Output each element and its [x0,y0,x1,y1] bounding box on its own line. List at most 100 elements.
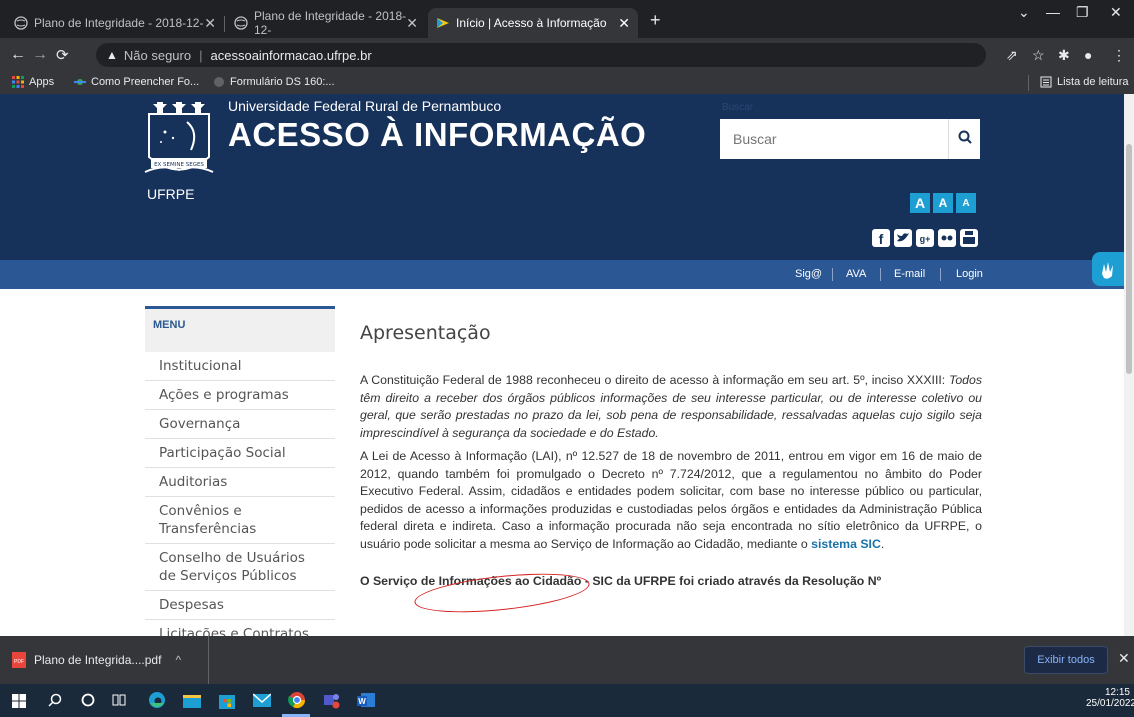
sidebar-item-licitacoes[interactable]: Licitações e Contratos [145,620,335,636]
new-tab-button[interactable]: + [650,10,661,31]
university-name: Universidade Federal Rural de Pernambuco [228,98,502,114]
star-icon[interactable]: ☆ [1032,47,1045,64]
minimize-icon[interactable]: — [1046,4,1060,20]
vlibras-accessibility-button[interactable] [1092,252,1124,286]
main-content: Apresentação A Constituição Federal de 1… [360,322,982,597]
url-text: acessoainformacao.ufrpe.br [210,47,372,63]
browser-tab-strip: Plano de Integridade - 2018-12- ✕ Plano … [0,0,1134,38]
word-icon[interactable]: W [357,691,375,714]
file-explorer-icon[interactable] [183,692,201,713]
ufrpe-logo[interactable]: EX SEMINE SEGES [143,102,215,192]
reload-icon[interactable]: ⟳ [56,46,69,64]
divider: | [199,47,203,63]
twitter-icon[interactable] [894,229,912,247]
page-title: Apresentação [360,322,491,344]
sidebar-item-conselho-usuarios[interactable]: Conselho de Usuários de Serviços Público… [145,544,335,591]
search-input[interactable] [720,119,948,159]
extensions-icon[interactable]: ✱ [1058,47,1070,64]
browser-tab[interactable]: Plano de Integridade - 2018-12- ✕ [226,8,426,38]
search-icon [958,130,972,149]
divider [1028,75,1029,91]
facebook-icon[interactable]: f [872,229,890,247]
address-bar[interactable]: ▲ Não seguro | acessoainformacao.ufrpe.b… [96,43,986,67]
svg-text:g+: g+ [920,234,931,244]
sidebar-item-auditorias[interactable]: Auditorias [145,468,335,497]
tab-close-icon[interactable]: ✕ [204,15,216,32]
googleplus-icon[interactable]: g+ [916,229,934,247]
sidebar-item-acoes-programas[interactable]: Ações e programas [145,381,335,410]
windows-start-icon[interactable] [12,694,26,713]
scrollbar-thumb[interactable] [1126,144,1132,374]
paragraph-lai: A Lei de Acesso à Informação (LAI), nº 1… [360,449,982,551]
font-increase-button[interactable]: A [910,193,930,213]
site-header: EX SEMINE SEGES UFRPE Universidade Feder… [0,94,1124,260]
svg-text:W: W [358,697,366,706]
page-scrollbar[interactable] [1124,94,1134,636]
sidebar-item-convenios[interactable]: Convênios e Transferências [145,497,335,544]
task-view-icon[interactable] [112,693,126,712]
share-icon[interactable]: ⇗ [1006,47,1018,64]
security-label: Não seguro [123,47,192,63]
store-icon[interactable] [218,691,236,714]
nav-link-ava[interactable]: AVA [846,268,866,280]
top-nav-bar: Sig@ AVA E-mail Login [0,260,1124,289]
browser-tab-active[interactable]: Início | Acesso à Informação ✕ [428,8,638,38]
svg-text:PDF: PDF [14,659,24,665]
tab-close-icon[interactable]: ✕ [406,15,418,32]
chrome-icon[interactable] [288,691,306,714]
font-default-button[interactable]: A [933,193,953,213]
sidebar-item-despesas[interactable]: Despesas [145,591,335,620]
font-decrease-button[interactable]: A [956,193,976,213]
flickr-icon[interactable] [938,229,956,247]
paragraph-constituicao: A Constituição Federal de 1988 reconhece… [360,373,982,440]
back-icon[interactable]: ← [10,46,26,64]
windows-taskbar: W 12:15 25/01/2022 [0,684,1134,717]
warning-icon: ▲ [106,48,118,62]
search-button[interactable] [948,119,980,159]
nav-link-login[interactable]: Login [956,268,983,280]
show-all-downloads-button[interactable]: Exibir todos [1024,646,1108,674]
bookmark-item[interactable]: Como Preencher Fo... [74,76,199,88]
bookmark-label: Apps [29,76,55,88]
profile-icon[interactable]: ● [1084,47,1092,63]
bookmark-apps[interactable]: Apps [12,76,54,88]
close-downloads-icon[interactable]: ✕ [1118,650,1130,667]
sign-language-hands-icon [1092,262,1124,290]
browser-tab[interactable]: Plano de Integridade - 2018-12- ✕ [6,8,224,38]
sidebar-item-governanca[interactable]: Governança [145,410,335,439]
tab-title: Plano de Integridade - 2018-12- [34,16,204,30]
downloads-bar: PDF Plano de Integrida....pdf ^ Exibir t… [0,636,1134,684]
youtube-icon[interactable] [960,229,978,247]
bookmark-label: Formulário DS 160:... [230,76,335,88]
nav-link-siga[interactable]: Sig@ [795,268,822,280]
clock-date: 25/01/2022 [1086,698,1134,709]
mail-icon[interactable] [252,692,272,713]
bookmark-item[interactable]: Formulário DS 160:... [213,76,335,88]
close-window-icon[interactable]: ✕ [1110,4,1122,21]
bookmark-favicon-icon [213,76,225,88]
nav-separator [880,268,881,281]
chevron-up-icon[interactable]: ^ [175,653,181,667]
download-item[interactable]: PDF Plano de Integrida....pdf ^ [12,652,181,668]
sistema-sic-link[interactable]: sistema SIC [811,537,881,551]
tab-search-icon[interactable]: ⌄ [1018,4,1030,21]
maximize-icon[interactable]: ❐ [1076,4,1089,21]
tab-close-icon[interactable]: ✕ [618,15,630,32]
reading-list-label: Lista de leitura [1057,76,1129,88]
forward-icon[interactable]: → [32,46,48,64]
bookmark-label: Como Preencher Fo... [91,76,200,88]
taskbar-clock[interactable]: 12:15 25/01/2022 [1086,687,1134,709]
cortana-icon[interactable] [81,693,95,712]
edge-browser-icon[interactable] [148,691,166,714]
menu-heading: MENU [145,306,335,352]
nav-link-email[interactable]: E-mail [894,268,925,280]
sidebar-menu: MENU Institucional Ações e programas Gov… [145,306,335,636]
reading-list-button[interactable]: Lista de leitura [1040,76,1129,88]
site-title[interactable]: ACESSO À INFORMAÇÃO [228,116,646,154]
sidebar-item-participacao-social[interactable]: Participação Social [145,439,335,468]
search-icon[interactable] [48,693,62,712]
sidebar-item-institucional[interactable]: Institucional [145,352,335,381]
bookmark-favicon-icon [74,76,86,88]
teams-icon[interactable] [322,691,340,714]
more-menu-icon[interactable]: ⋮ [1112,47,1126,64]
